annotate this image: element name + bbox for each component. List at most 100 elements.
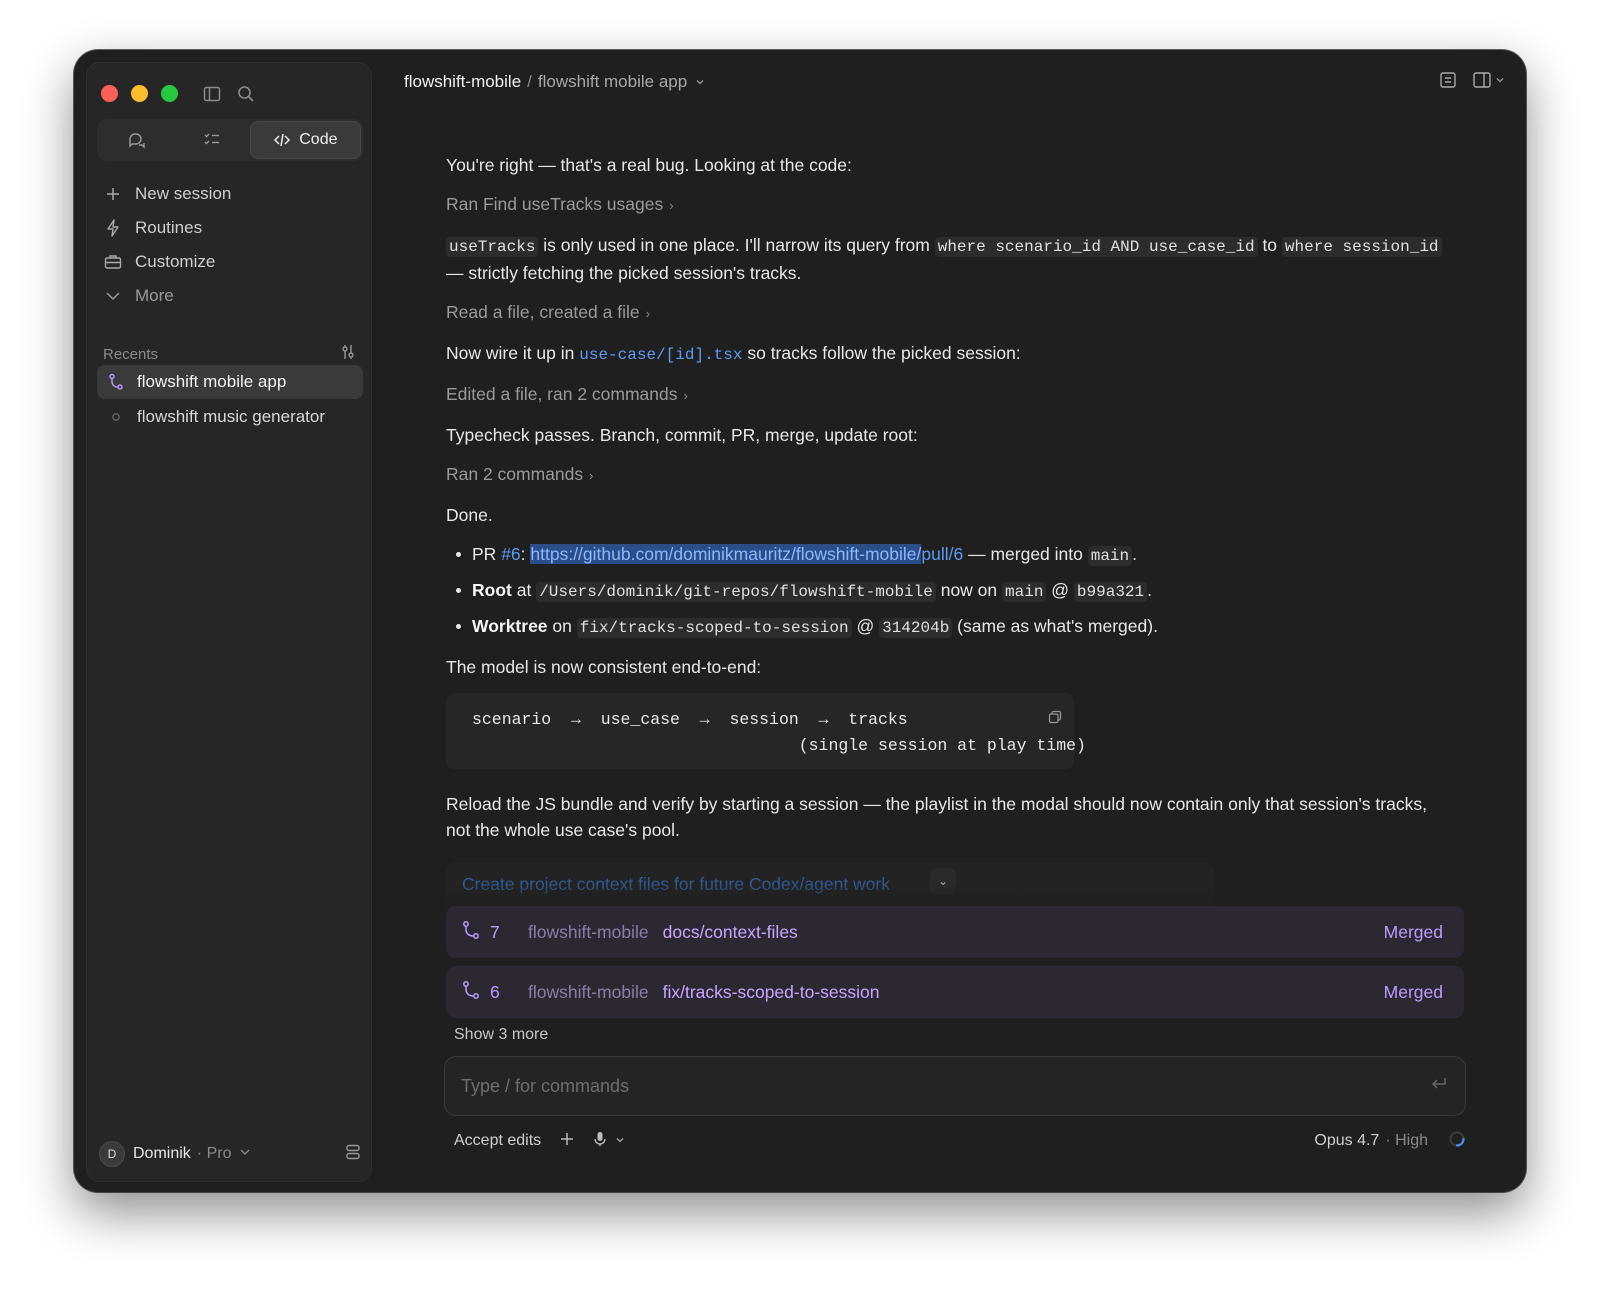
chevron-down-icon[interactable] [695,72,705,92]
recent-session-label: flowshift music generator [137,407,326,426]
composer-toolbar: Accept edits Opus 4.7 · High [454,1128,1466,1154]
split-panel-icon[interactable] [1472,70,1506,95]
new-session-button[interactable]: New session [103,177,357,211]
recent-session-item[interactable]: flowshift mobile app [97,365,363,399]
user-name: Dominik [133,1145,191,1162]
recents-header: Recents [103,343,357,365]
file-link[interactable]: use-case/[id].tsx [579,346,742,364]
message-text: — strictly fetching the picked session's… [446,263,802,283]
app-window: Code New session Routines Customize More [74,50,1526,1192]
chat-bubbles-icon [128,133,145,149]
message-text: (same as what's merged). [952,616,1158,636]
inline-code: main [1002,582,1047,602]
nav-label: New session [135,184,232,203]
message-text: so tracks follow the picked session: [742,343,1021,363]
document-icon[interactable] [1438,70,1458,95]
inline-code: b99a321 [1073,582,1148,602]
code-icon [274,133,291,147]
accept-edits-toggle[interactable]: Accept edits [454,1132,541,1150]
user-menu[interactable]: D Dominik · Pro [99,1141,361,1167]
minimize-window-button[interactable] [131,85,148,102]
message-text: . [1147,580,1153,600]
customize-button[interactable]: Customize [103,245,357,279]
plus-icon[interactable] [559,1131,575,1152]
project-name[interactable]: flowshift-mobile [404,72,521,92]
inline-code: /Users/dominik/git-repos/flowshift-mobil… [536,582,936,602]
more-button[interactable]: More [103,279,357,313]
close-window-button[interactable] [101,85,118,102]
microphone-icon[interactable] [593,1130,607,1153]
pr-url-link-selected[interactable]: https://github.com/dominikmauritz/flowsh… [530,544,922,564]
pr-link[interactable]: #6 [501,544,520,564]
pr-branch: docs/context-files [662,921,798,942]
inline-code: useTracks [446,237,539,257]
search-icon[interactable] [235,83,257,105]
branch-icon [462,920,480,945]
sidebar-nav: New session Routines Customize More [103,177,357,313]
user-tier: · Pro [196,1145,232,1162]
tool-call-label: Ran Find useTracks usages [446,194,664,214]
assistant-message: The model is now consistent end-to-end: [446,657,762,677]
assistant-message: Now wire it up in use-case/[id].tsx so t… [446,340,1446,368]
tool-call-summary[interactable]: Ran Find useTracks usages › [446,191,1446,219]
pull-request-card[interactable]: 7 flowshift-mobile docs/context-files Me… [446,906,1464,958]
recent-session-item[interactable]: flowshift music generator [97,400,363,434]
enter-icon[interactable] [1429,1075,1449,1098]
tool-call-label: Read a file, created a file [446,302,640,322]
model-selector[interactable]: Opus 4.7 [1314,1132,1379,1150]
zoom-window-button[interactable] [161,85,178,102]
pr-branch: fix/tracks-scoped-to-session [662,981,880,1002]
pr-status-badge: Merged [1383,981,1443,1002]
message-text: PR [472,544,502,564]
chevron-right-icon: › [669,198,674,213]
bolt-icon [103,218,123,238]
pull-request-card[interactable]: 6 flowshift-mobile fix/tracks-scoped-to-… [446,966,1464,1018]
toggle-sidebar-icon[interactable] [201,83,223,105]
routines-button[interactable]: Routines [103,211,357,245]
branch-icon [107,373,125,391]
list-item: Root at /Users/dominik/git-repos/flowshi… [446,577,1446,605]
chevron-down-icon[interactable]: ⌄ [930,868,956,894]
summary-list: PR #6: https://github.com/dominikmauritz… [446,541,1446,641]
bold-text: Worktree [472,616,548,636]
tab-code-label: Code [299,131,338,148]
inline-code: 314204b [879,618,953,638]
window-controls [101,85,178,102]
message-text: is only used in one place. I'll narrow i… [538,235,935,255]
tool-call-label: Ran 2 commands [446,464,584,484]
recents-label: Recents [103,345,159,363]
tool-call-summary[interactable]: Read a file, created a file › [446,299,1446,327]
inline-code: fix/tracks-scoped-to-session [576,618,852,638]
message-text: Now wire it up in [446,343,580,363]
pr-url-link[interactable]: pull/6 [921,544,963,564]
filter-sliders-icon[interactable] [339,343,357,365]
nav-label: Routines [135,218,203,237]
avatar: D [99,1141,125,1167]
chevron-down-icon[interactable] [615,1132,625,1150]
tool-call-summary[interactable]: Edited a file, ran 2 commands › [446,381,1446,409]
copy-icon[interactable] [1048,705,1062,731]
message-text: @ [851,616,880,636]
message-composer [444,1056,1466,1116]
layout-toggle-icon[interactable] [345,1143,361,1166]
effort-level[interactable]: · High [1385,1132,1428,1150]
tab-chat[interactable] [99,121,174,159]
nav-label: Customize [135,252,216,271]
show-more-button[interactable]: Show 3 more [454,1026,548,1044]
queued-task-label: Create project context files for future … [462,874,890,894]
message-text: to [1257,235,1282,255]
pr-number: 7 [490,921,500,942]
tab-code[interactable]: Code [249,121,361,159]
session-title[interactable]: flowshift mobile app [538,72,687,92]
tool-call-summary[interactable]: Ran 2 commands › [446,461,1446,489]
recent-session-label: flowshift mobile app [137,372,287,391]
queued-task[interactable]: Create project context files for future … [446,862,1214,908]
prompt-input[interactable] [461,1075,1429,1097]
breadcrumb-separator: / [527,72,532,91]
message-text: . [1132,544,1137,564]
code-content: scenario → use_case → session → tracks (… [472,710,1086,755]
message-text: on [547,616,577,636]
chevron-right-icon: › [645,306,650,321]
tab-tasks[interactable] [174,121,249,159]
assistant-message: Typecheck passes. Branch, commit, PR, me… [446,425,918,445]
